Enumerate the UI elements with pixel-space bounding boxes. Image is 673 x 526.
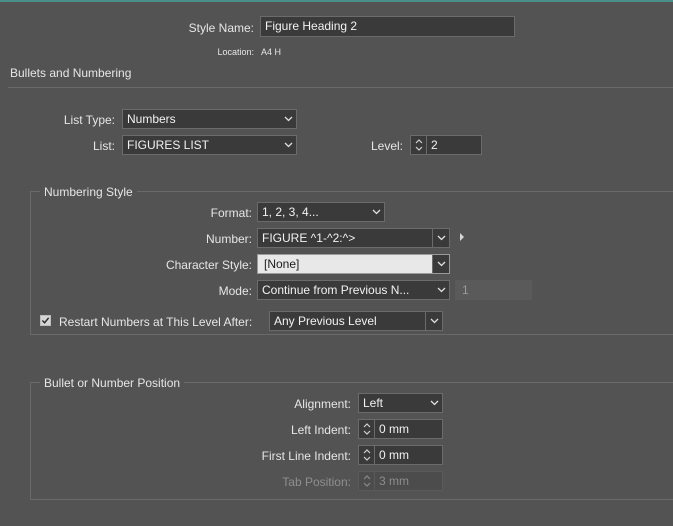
position-title: Bullet or Number Position	[40, 376, 185, 390]
restart-numbers-checkbox[interactable]	[40, 315, 51, 326]
level-input[interactable]: 2	[426, 135, 482, 155]
restart-numbers-label: Restart Numbers at This Level After:	[59, 315, 253, 329]
chevron-down-icon	[368, 203, 384, 221]
number-combo[interactable]: FIGURE ^1-^2:^>	[257, 228, 450, 248]
first-line-indent-spinner-icon[interactable]	[358, 445, 374, 465]
mode-label: Mode:	[218, 284, 252, 298]
character-style-value: [None]	[264, 257, 300, 271]
list-label: List:	[92, 139, 115, 153]
section-divider	[8, 87, 673, 88]
list-type-label: List Type:	[63, 113, 115, 127]
mode-value: Continue from Previous N...	[262, 283, 410, 297]
special-characters-menu-icon[interactable]	[458, 231, 466, 241]
format-value: 1, 2, 3, 4...	[262, 205, 319, 219]
chevron-down-icon	[433, 281, 449, 299]
left-indent-label: Left Indent:	[290, 423, 351, 437]
alignment-value: Left	[363, 396, 384, 410]
restart-after-value: Any Previous Level	[274, 314, 377, 328]
chevron-down-icon	[280, 110, 296, 128]
number-label: Number:	[205, 232, 252, 246]
alignment-label: Alignment:	[294, 397, 351, 411]
format-label: Format:	[210, 206, 252, 220]
list-type-value: Numbers	[127, 112, 176, 126]
left-indent-spinner-icon[interactable]	[358, 419, 374, 439]
first-line-indent-label: First Line Indent:	[261, 449, 351, 463]
chevron-down-icon[interactable]	[432, 229, 449, 247]
style-name-input[interactable]: Figure Heading 2	[260, 16, 515, 37]
location-value: A4 H	[261, 47, 282, 57]
first-line-indent-input[interactable]: 0 mm	[374, 445, 443, 465]
mode-start-input: 1	[455, 280, 532, 300]
list-dropdown[interactable]: FIGURES LIST	[122, 135, 297, 155]
character-style-label: Character Style:	[165, 258, 252, 272]
tab-position-spinner-icon	[358, 471, 374, 491]
restart-after-dropdown[interactable]: Any Previous Level	[269, 311, 443, 331]
chevron-down-icon	[425, 312, 442, 330]
character-style-dropdown[interactable]: [None]	[257, 254, 450, 274]
tab-position-label: Tab Position:	[282, 475, 351, 489]
level-label: Level:	[370, 139, 403, 153]
number-value: FIGURE ^1-^2:^>	[262, 231, 356, 245]
position-group	[30, 382, 673, 500]
list-type-dropdown[interactable]: Numbers	[122, 109, 297, 129]
mode-dropdown[interactable]: Continue from Previous N...	[257, 280, 450, 300]
list-value: FIGURES LIST	[127, 138, 210, 152]
chevron-down-icon	[426, 394, 442, 412]
format-dropdown[interactable]: 1, 2, 3, 4...	[257, 202, 385, 222]
location-label: Location:	[217, 47, 254, 57]
tab-position-input: 3 mm	[374, 471, 443, 491]
chevron-down-icon	[280, 136, 296, 154]
level-spinner-icon[interactable]	[410, 135, 426, 155]
section-title: Bullets and Numbering	[10, 66, 132, 80]
left-indent-input[interactable]: 0 mm	[374, 419, 443, 439]
numbering-style-title: Numbering Style	[40, 185, 137, 199]
style-name-label: Style Name:	[188, 21, 254, 35]
top-accent-line	[0, 0, 673, 2]
chevron-down-icon	[432, 255, 449, 273]
alignment-dropdown[interactable]: Left	[358, 393, 443, 413]
